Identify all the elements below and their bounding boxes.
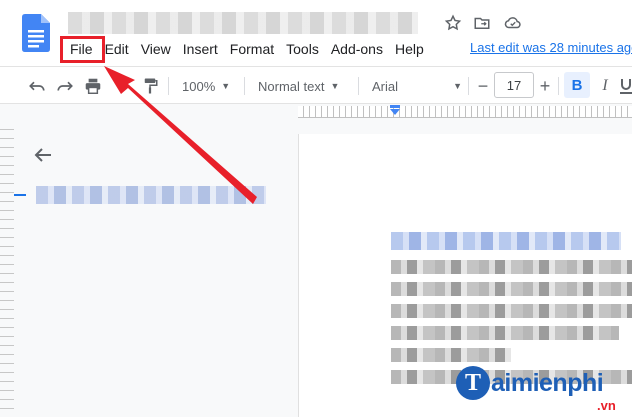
chevron-down-icon: ▼	[330, 81, 340, 91]
watermark-tld: .vn	[597, 398, 616, 413]
zoom-select[interactable]: 100% ▼	[182, 73, 240, 99]
file-highlight-box	[60, 36, 105, 63]
blurred-text-line	[391, 282, 632, 296]
decrease-font-size-button[interactable]: −	[474, 73, 492, 99]
menu-format[interactable]: Format	[224, 38, 280, 60]
indent-marker-icon[interactable]	[390, 105, 400, 115]
bold-button[interactable]: B	[564, 72, 590, 98]
menu-view[interactable]: View	[135, 38, 177, 60]
blurred-text-line	[391, 304, 632, 318]
document-title[interactable]	[68, 12, 418, 34]
toolbar-divider	[358, 77, 359, 95]
print-icon[interactable]	[82, 73, 104, 99]
last-edit-link[interactable]: Last edit was 28 minutes ago	[470, 40, 632, 55]
font-size-input[interactable]: 17	[494, 72, 534, 98]
outline-indicator	[14, 194, 26, 196]
arrow-left-icon[interactable]	[34, 146, 52, 169]
style-value: Normal text	[258, 78, 325, 94]
chevron-down-icon: ▼	[453, 81, 462, 91]
star-icon[interactable]	[443, 13, 463, 33]
style-select[interactable]: Normal text ▼	[258, 73, 350, 99]
outline-heading-item[interactable]	[36, 186, 266, 204]
zoom-value: 100%	[182, 78, 216, 94]
toolbar-divider	[168, 77, 169, 95]
font-select[interactable]: Arial ▼	[372, 73, 462, 99]
font-value: Arial	[372, 78, 399, 94]
menu-bar: File Edit View Insert Format Tools Add-o…	[64, 38, 430, 60]
google-docs-icon[interactable]	[22, 14, 50, 52]
watermark-logo: T aimienphi	[456, 366, 604, 400]
menu-insert[interactable]: Insert	[177, 38, 224, 60]
move-to-folder-icon[interactable]	[472, 13, 492, 33]
toolbar-divider	[468, 77, 469, 95]
menu-addons[interactable]: Add-ons	[325, 38, 389, 60]
vertical-ruler	[0, 122, 14, 417]
menu-tools[interactable]: Tools	[280, 38, 325, 60]
undo-icon[interactable]	[26, 73, 48, 99]
blurred-heading	[391, 232, 621, 250]
toolbar-divider	[558, 77, 559, 95]
toolbar: 100% ▼ Normal text ▼ Arial ▼ − + I	[0, 66, 632, 104]
menu-help[interactable]: Help	[389, 38, 430, 60]
italic-button[interactable]: I	[596, 73, 614, 99]
ruler-scale[interactable]	[298, 106, 632, 118]
chevron-down-icon: ▼	[221, 81, 231, 91]
increase-font-size-button[interactable]: +	[536, 73, 554, 99]
blurred-text-line	[391, 348, 511, 362]
toolbar-divider	[244, 77, 245, 95]
paint-format-icon[interactable]	[139, 73, 161, 99]
underline-button[interactable]	[620, 73, 632, 99]
blurred-text-line	[391, 260, 632, 274]
redo-icon[interactable]	[54, 73, 76, 99]
blurred-text-line	[391, 326, 619, 340]
cloud-saved-icon[interactable]	[503, 13, 523, 33]
watermark-badge: T	[456, 366, 490, 400]
watermark-brand: aimienphi	[491, 368, 604, 397]
